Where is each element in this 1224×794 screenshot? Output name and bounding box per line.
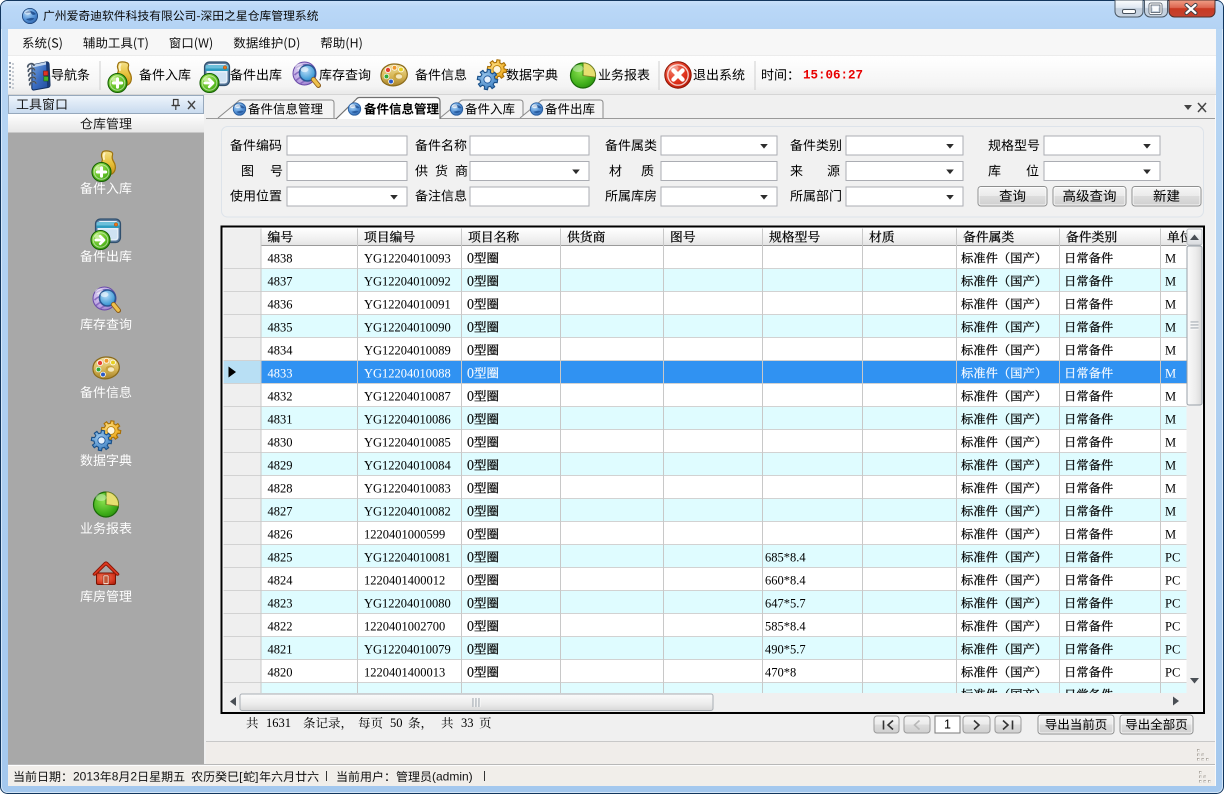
svg-text:M: M	[1165, 344, 1176, 358]
svg-text:YG12204010084: YG12204010084	[364, 459, 452, 473]
svg-text:M: M	[1165, 321, 1176, 335]
svg-text:PC: PC	[1165, 620, 1180, 634]
svg-text:M: M	[1165, 436, 1176, 450]
svg-text:PC: PC	[1165, 574, 1180, 588]
svg-text:YG12204010080: YG12204010080	[364, 597, 451, 611]
svg-text:4830: 4830	[268, 436, 293, 450]
svg-text:YG12204010082: YG12204010082	[364, 505, 451, 519]
svg-text:1: 1	[944, 718, 951, 732]
svg-text:50: 50	[390, 716, 403, 730]
svg-text:4833: 4833	[268, 367, 293, 381]
svg-text:YG12204010091: YG12204010091	[364, 298, 451, 312]
svg-text:1220401000599: 1220401000599	[364, 528, 445, 542]
svg-text:4837: 4837	[268, 275, 293, 289]
svg-text:YG12204010081: YG12204010081	[364, 551, 451, 565]
svg-text:]: ]	[255, 770, 258, 784]
svg-text:4824: 4824	[268, 574, 294, 588]
svg-text:4831: 4831	[268, 413, 293, 427]
svg-text:YG12204010079: YG12204010079	[364, 643, 451, 657]
svg-text:PC: PC	[1165, 666, 1180, 680]
svg-text:470*8: 470*8	[765, 666, 796, 680]
svg-text:4827: 4827	[268, 505, 293, 519]
svg-text:2: 2	[130, 770, 137, 784]
svg-text:YG12204010087: YG12204010087	[364, 390, 451, 404]
svg-text:585*8.4: 585*8.4	[765, 620, 806, 634]
svg-text:PC: PC	[1165, 643, 1180, 657]
svg-text:M: M	[1165, 505, 1176, 519]
svg-text:PC: PC	[1165, 597, 1180, 611]
svg-text:1220401002700: 1220401002700	[364, 620, 445, 634]
svg-text:8: 8	[112, 770, 119, 784]
svg-text:M: M	[1165, 367, 1176, 381]
svg-text:4822: 4822	[268, 620, 293, 634]
svg-text:4829: 4829	[268, 459, 293, 473]
svg-text:490*5.7: 490*5.7	[765, 643, 806, 657]
svg-text:4821: 4821	[268, 643, 293, 657]
svg-text:YG12204010083: YG12204010083	[364, 482, 451, 496]
svg-text:4832: 4832	[268, 390, 293, 404]
svg-text:PC: PC	[1165, 551, 1180, 565]
svg-text:YG12204010088: YG12204010088	[364, 367, 451, 381]
svg-text:4825: 4825	[268, 551, 293, 565]
svg-text:4826: 4826	[268, 528, 293, 542]
svg-text:1220401400012: 1220401400012	[364, 574, 445, 588]
svg-text:M: M	[1165, 275, 1176, 289]
svg-text:M: M	[1165, 482, 1176, 496]
svg-text:YG12204010093: YG12204010093	[364, 252, 451, 266]
svg-text:15:06:27: 15:06:27	[803, 69, 863, 83]
svg-text:1631: 1631	[266, 716, 291, 730]
svg-text:M: M	[1165, 298, 1176, 312]
svg-text:2013: 2013	[73, 770, 100, 784]
svg-text:1220401400013: 1220401400013	[364, 666, 445, 680]
svg-text:4834: 4834	[268, 344, 294, 358]
svg-text:YG12204010085: YG12204010085	[364, 436, 451, 450]
svg-text:YG12204010092: YG12204010092	[364, 275, 451, 289]
svg-text:M: M	[1165, 459, 1176, 473]
svg-text:4836: 4836	[268, 298, 293, 312]
svg-text:M: M	[1165, 390, 1176, 404]
svg-text:685*8.4: 685*8.4	[765, 551, 806, 565]
svg-text:4835: 4835	[268, 321, 293, 335]
svg-text:YG12204010086: YG12204010086	[364, 413, 451, 427]
svg-text:YG12204010089: YG12204010089	[364, 344, 451, 358]
svg-text:4820: 4820	[268, 666, 293, 680]
svg-text:M: M	[1165, 528, 1176, 542]
svg-text:M: M	[1165, 252, 1176, 266]
svg-text:4828: 4828	[268, 482, 293, 496]
svg-text:660*8.4: 660*8.4	[765, 574, 806, 588]
svg-text:647*5.7: 647*5.7	[765, 597, 806, 611]
svg-text:33: 33	[461, 716, 474, 730]
svg-text:(admin): (admin)	[432, 770, 473, 784]
svg-text:4823: 4823	[268, 597, 293, 611]
svg-text:YG12204010090: YG12204010090	[364, 321, 451, 335]
svg-text:M: M	[1165, 413, 1176, 427]
svg-text:4838: 4838	[268, 252, 293, 266]
